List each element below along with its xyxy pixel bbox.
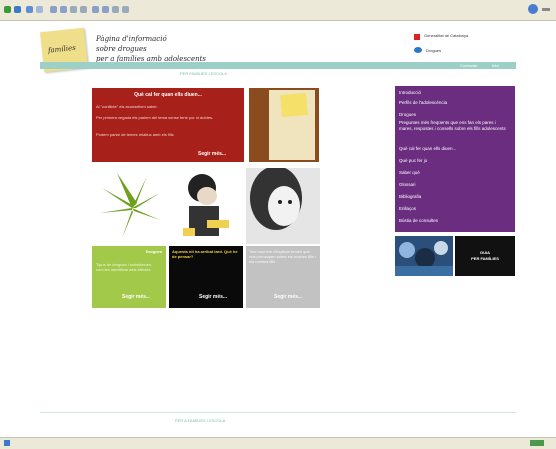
red-box-paragraph-3: Podem parlar de temes relatius amb els f… [96,132,174,137]
header-band: Contactar Inici [40,62,516,69]
sidebar-item-know-what[interactable]: Saber què [399,170,509,176]
logo-bottom-text: Drogues [426,48,442,53]
sidebar-item-bibliography[interactable]: Bibliografia [399,194,509,200]
leaf-photo [92,168,166,244]
red-info-box: Què cal fer quan ells diuen... Al "confl… [92,88,244,162]
drugs-logo-icon [414,47,422,53]
discuss-icon[interactable] [122,6,129,13]
page-status-icon [4,440,10,446]
gray-info-box: Tots hauríem d'explicar temes que ens pr… [246,246,320,308]
teen-figure [183,174,229,236]
sidebar-menu: Introducció Perfils de l'adolescència Dr… [395,86,515,232]
face-figure [250,166,302,230]
sidebar-item-what-can-i-do[interactable]: Què puc fer jo [399,158,509,164]
stop-icon[interactable] [26,6,33,13]
sidebar-item-drugs[interactable]: Drogues [399,112,509,118]
crowd-figure [395,241,453,276]
sidebar-item-glossary[interactable]: Glossari [399,182,509,188]
mail-icon[interactable] [92,6,99,13]
green-info-box: Drogues Tipus de drogues i substàncies, … [92,246,166,308]
sticky-note-text: famílies [47,43,77,55]
red-box-title: Què cal fer quan ells diuen... [134,92,202,98]
sidebar-item-profiles[interactable]: Perfils de l'adolescència [399,100,509,106]
topnav-home-link[interactable]: Inici [492,63,499,68]
throbber-icon [542,8,550,11]
guide-banner[interactable]: GUIA PER FAMÍLIES [455,236,515,276]
history-icon[interactable] [80,6,87,13]
sidebar-item-what-to-do[interactable]: Què cal fer quan ells diuen... [399,146,509,152]
sidebar-item-inbox[interactable]: Bústia de consultes [399,218,509,224]
sidebar-photo [395,236,453,276]
topnav-contact-link[interactable]: Contactar [460,63,477,68]
browser-status-bar [0,437,556,449]
black-info-box: Aquesta nit ha arribat tard. Què he de p… [169,246,243,308]
leaf-icon [100,173,160,238]
logo-mark-icon [414,34,420,40]
guide-banner-line-2: PER FAMÍLIES [471,256,499,261]
favorites-icon[interactable] [70,6,77,13]
green-box-read-more-link[interactable]: Segir més... [122,294,150,300]
band-title: PER FAMÍLIES I ESCOLA [180,71,227,76]
green-box-body: Tipus de drogues i substàncies, com les … [96,262,153,272]
red-box-paragraph-2: Per primera vegada els parlem del tema s… [96,115,214,120]
gray-box-body: Tots hauríem d'explicar temes que ens pr… [249,249,316,264]
forward-icon[interactable] [14,6,21,13]
browser-toolbar [0,0,556,21]
guide-banner-line-1: GUIA [480,250,490,255]
footer-text: PER A FAMÍLIES I ESCOLA [175,418,226,423]
red-box-paragraph-1: Al "conflicte" els aconsellem saber. [96,104,158,109]
search-icon[interactable] [60,6,67,13]
door-photo [249,88,319,162]
back-icon[interactable] [4,6,11,13]
print-icon[interactable] [102,6,109,13]
footer-divider [40,412,516,413]
black-box-title: Aquesta nit ha arribat tard. Què he de p… [172,249,238,259]
teen-photo [169,168,243,244]
tagline-line-1: Pàgina d'informació [96,35,167,43]
green-box-title: Drogues [145,249,162,254]
internet-zone-icon [530,440,544,446]
sidebar-item-links[interactable]: Enllaços [399,206,509,212]
edit-icon[interactable] [112,6,119,13]
black-box-read-more-link[interactable]: Segir més... [199,294,227,300]
refresh-icon[interactable] [36,6,43,13]
sidebar-item-faq[interactable]: Preguntes més freqüents que ens fan els … [399,120,509,132]
windows-flag-icon [528,4,538,14]
logo-top-text: Generalitat de Catalunya [424,33,469,38]
gray-box-read-more-link[interactable]: Segir més... [274,294,302,300]
sidebar-item-introduction[interactable]: Introducció [399,90,509,96]
header-tagline: Pàgina d'informació sobre drogues per a … [96,34,206,64]
home-icon[interactable] [50,6,57,13]
face-photo [246,166,320,244]
red-box-read-more-link[interactable]: Segir més... [198,151,226,157]
tagline-line-2: sobre drogues [96,45,147,53]
door-note [280,92,308,118]
